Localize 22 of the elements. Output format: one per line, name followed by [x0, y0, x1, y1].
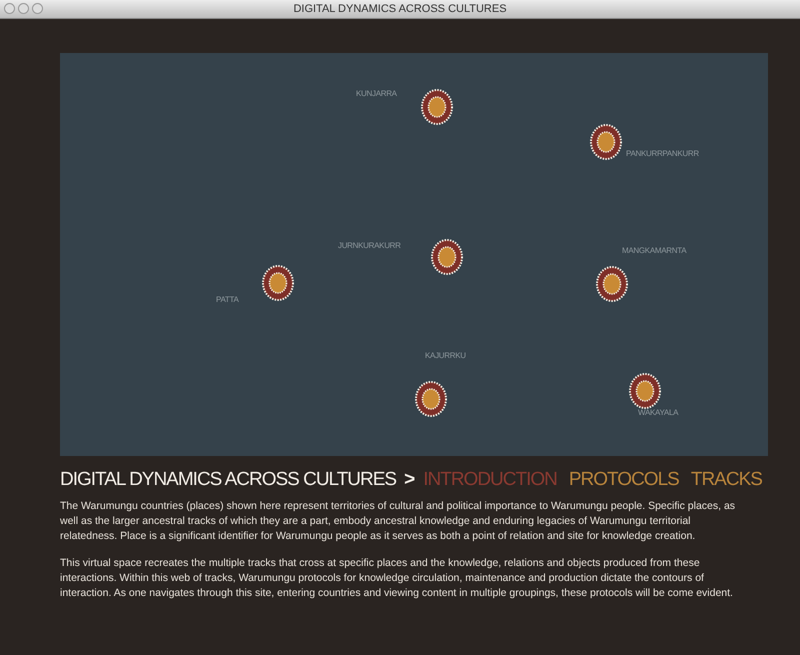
place-marker-icon[interactable] [596, 266, 628, 302]
intro-paragraph: This virtual space recreates the multiple tracks that cross at specific places and the knowledge, relations and objects produced from these interactions. Within this web of tracks, Warumungu protocols for knowledge circulation, maintenance and production dictate the contours of interaction. As one navigates through this site, entering countries and viewing content in multiple groupings, these protocols will be come evident. [60, 556, 734, 600]
window-title: DIGITAL DYNAMICS ACROSS CULTURES [293, 2, 507, 17]
place-label[interactable]: MANGKAMARNTA [622, 245, 686, 257]
place-marker-icon[interactable] [629, 373, 661, 409]
section-link[interactable]: PROTOCOLS [568, 466, 679, 494]
place-label[interactable]: KAJURRKU [425, 350, 466, 362]
intro-paragraph: The Warumungu countries (places) shown here represent territories of cultural and political importance to Warumungu people. Specific places, as well as the larger ancestral tracks of which they are a part, embody ancestral knowledge and enduring legacies of Warumungu territorial relatedness. Place is a significant identifier for Warumungu people as it serves as both a point of relation and site for knowledge creation. [60, 498, 736, 544]
place-label[interactable]: WAKAYALA [638, 407, 678, 419]
place-label[interactable]: JURNKURAKURR [338, 240, 401, 252]
breadcrumb-separator: > [404, 468, 416, 492]
place-label[interactable]: PANKURRPANKURR [626, 148, 699, 160]
section-link[interactable]: INTRODUCTION [423, 466, 557, 494]
place-marker-icon[interactable] [262, 265, 294, 301]
section-link[interactable]: TRACKS [690, 466, 762, 494]
place-label[interactable]: KUNJARRA [356, 88, 397, 100]
site-title: DIGITAL DYNAMICS ACROSS CULTURES [60, 468, 396, 492]
place-marker-icon[interactable] [415, 381, 447, 417]
place-label[interactable]: PATTA [216, 294, 239, 306]
place-marker-icon[interactable] [421, 89, 453, 125]
place-marker-icon[interactable] [431, 239, 463, 275]
place-marker-icon[interactable] [590, 124, 622, 160]
